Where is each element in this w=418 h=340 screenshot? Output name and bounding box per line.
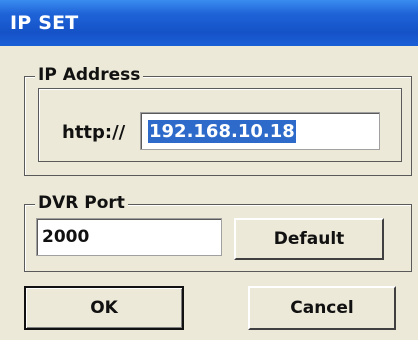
ip-address-legend: IP Address [35,65,144,85]
ok-button[interactable]: OK [24,286,184,330]
dialog-title: IP SET [10,12,79,34]
ip-address-selected-text: 192.168.10.18 [148,120,296,143]
default-button[interactable]: Default [234,218,384,260]
ip-set-dialog: IP SET IP Address http:// 192.168.10.18 … [0,0,418,340]
ip-address-input[interactable]: 192.168.10.18 [140,112,380,150]
dvr-port-value: 2000 [42,227,90,247]
dvr-port-legend: DVR Port [35,193,128,213]
cancel-button[interactable]: Cancel [248,286,396,330]
http-prefix-label: http:// [62,122,126,143]
title-bar[interactable]: IP SET [0,0,418,46]
dvr-port-input[interactable]: 2000 [36,218,222,256]
